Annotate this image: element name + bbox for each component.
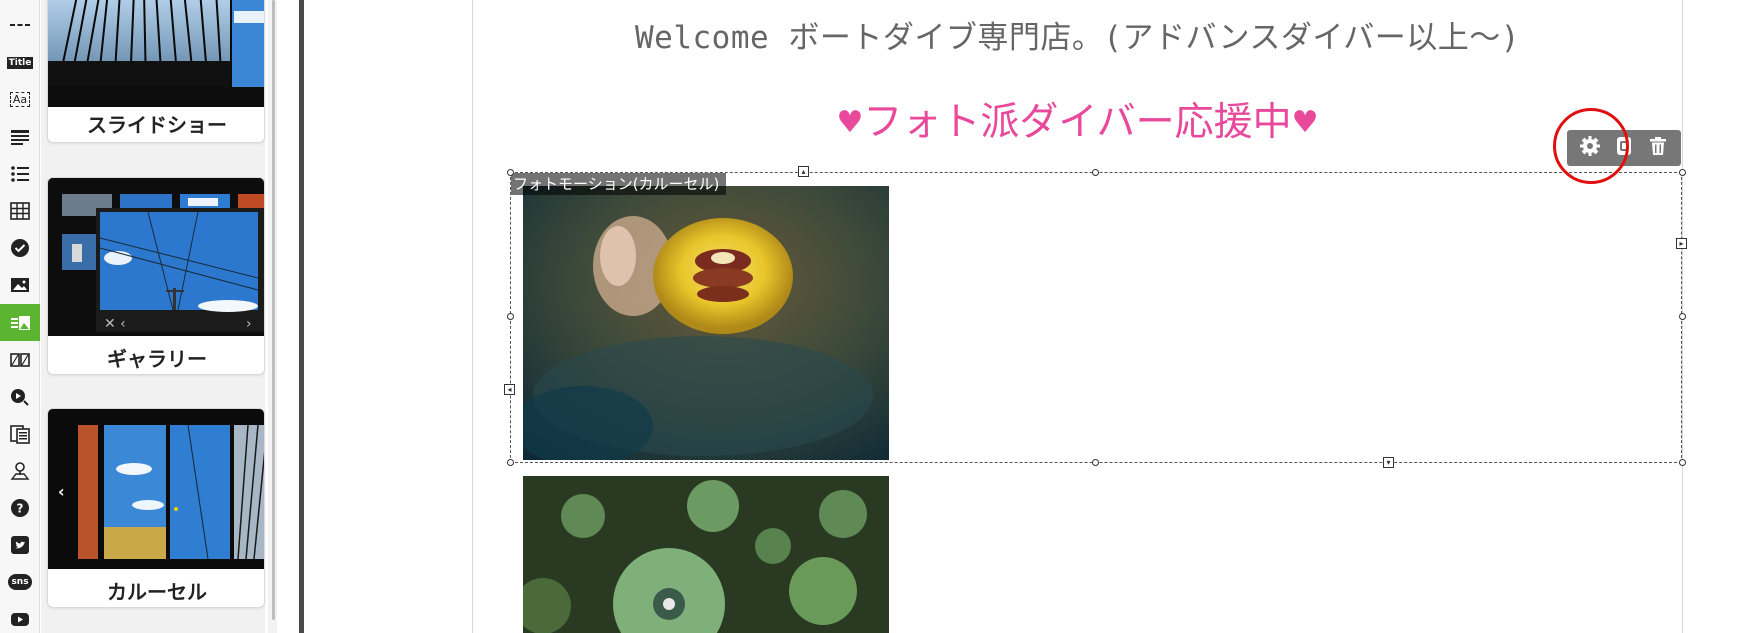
- subtitle-text: フォト派ダイバー応援中: [863, 100, 1292, 145]
- svg-text:✕ ‹: ✕ ‹: [104, 316, 126, 332]
- selected-block-outline[interactable]: [510, 172, 1682, 463]
- svg-text:›: ›: [246, 316, 252, 332]
- map-tool-icon[interactable]: [0, 452, 40, 489]
- carousel-photo-2: [523, 476, 889, 633]
- pages-tool-icon[interactable]: [0, 415, 40, 452]
- widget-card-label: カルーセル: [107, 580, 207, 604]
- youtube-tool-icon[interactable]: [0, 600, 40, 633]
- columns-tool-icon[interactable]: [0, 341, 40, 378]
- divider-tool-icon[interactable]: [0, 6, 40, 43]
- check-tool-icon[interactable]: [0, 229, 40, 266]
- svg-text:‹: ‹: [58, 482, 65, 501]
- widget-card-slideshow[interactable]: スライドショー: [47, 0, 265, 143]
- paragraph-tool-icon[interactable]: [0, 118, 40, 155]
- insert-right-handle[interactable]: ▸: [1676, 238, 1687, 249]
- widget-card-gallery[interactable]: ✕ ‹ › ギャラリー: [47, 177, 265, 375]
- widget-card-label: ギャラリー: [107, 347, 207, 371]
- insert-below-handle[interactable]: ▾: [1383, 457, 1394, 468]
- text-tool-icon[interactable]: Aa: [0, 81, 40, 118]
- resize-handle-bottom-right[interactable]: [1679, 459, 1686, 466]
- panel-scrollbar-thumb[interactable]: [272, 0, 275, 620]
- resize-handle-top-right[interactable]: [1679, 169, 1686, 176]
- media-tool-icon[interactable]: [0, 378, 40, 415]
- trash-icon[interactable]: [1647, 135, 1669, 161]
- insert-left-handle[interactable]: ◂: [504, 384, 515, 395]
- welcome-heading[interactable]: Welcome ボートダイブ専門店。(アドバンスダイバー以上〜): [472, 12, 1683, 57]
- gallery-thumbnail: ✕ ‹ ›: [48, 178, 264, 336]
- carousel-thumbnail: ‹: [48, 409, 264, 569]
- table-tool-icon[interactable]: [0, 192, 40, 229]
- settings-highlight-circle: [1553, 108, 1629, 184]
- tool-rail: Title Aa ? sns: [0, 0, 40, 633]
- resize-handle-left[interactable]: [507, 313, 514, 320]
- sns-tool-icon[interactable]: sns: [0, 563, 40, 600]
- heart-icon: ♥: [1291, 105, 1319, 140]
- title-tool-icon[interactable]: Title: [0, 44, 40, 81]
- editor-window: Title Aa ? sns スライドショー ✕ ‹ › ギャラリー ‹ カルー…: [0, 0, 1758, 633]
- heart-icon: ♥: [836, 105, 864, 140]
- selected-block-label: フォトモーション(カルーセル): [511, 173, 727, 195]
- twitter-tool-icon[interactable]: [0, 526, 40, 563]
- help-tool-icon[interactable]: ?: [0, 489, 40, 526]
- insert-above-handle[interactable]: ▴: [798, 166, 809, 177]
- widget-card-carousel[interactable]: ‹ カルーセル: [47, 408, 265, 608]
- resize-handle-right[interactable]: [1679, 313, 1686, 320]
- widget-card-label: スライドショー: [87, 113, 227, 137]
- slideshow-thumbnail: [48, 0, 264, 107]
- resize-handle-bottom[interactable]: [1092, 459, 1099, 466]
- list-tool-icon[interactable]: [0, 155, 40, 192]
- image-tool-icon[interactable]: [0, 266, 40, 303]
- resize-handle-bottom-left[interactable]: [507, 459, 514, 466]
- photo-motion-tool-icon[interactable]: [0, 304, 40, 341]
- resize-handle-top-left[interactable]: [507, 169, 514, 176]
- subtitle-heading[interactable]: ♥フォト派ダイバー応援中♥: [472, 91, 1683, 147]
- svg-text:?: ?: [17, 501, 24, 515]
- resize-handle-top[interactable]: [1092, 169, 1099, 176]
